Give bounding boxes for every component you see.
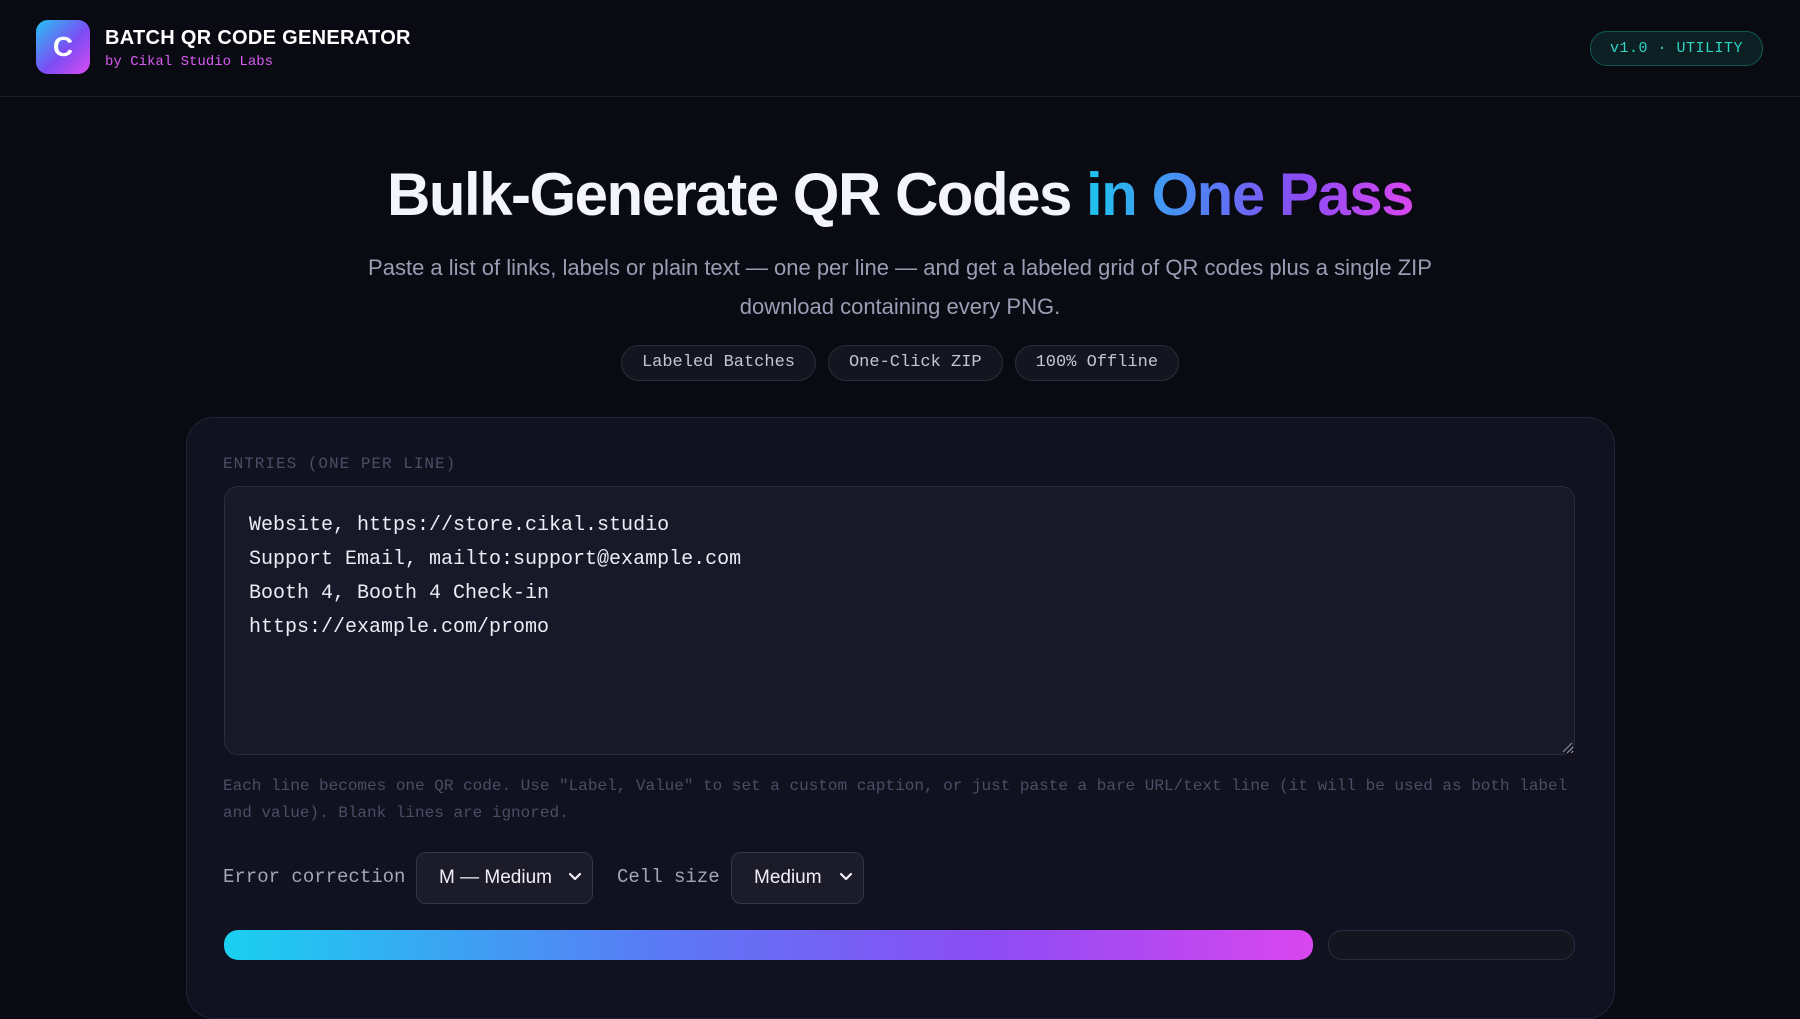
cell-size-value: Medium [754,867,822,888]
feature-pills: Labeled Batches One-Click ZIP 100% Offli… [0,345,1800,381]
error-correction-select[interactable]: M — Medium [416,852,593,904]
app-logo: C [36,20,90,74]
resize-grip-icon[interactable] [1561,741,1573,753]
hero-title-plain: Bulk-Generate QR Codes [387,161,1087,228]
feature-pill: One-Click ZIP [827,345,1003,381]
entries-input[interactable]: Website, https://store.cikal.studio Supp… [224,486,1575,755]
feature-pill: Labeled Batches [620,345,816,381]
top-bar: C BATCH QR CODE GENERATOR by Cikal Studi… [0,0,1800,97]
feature-pill: 100% Offline [1014,345,1180,381]
hero-title: Bulk-Generate QR Codes in One Pass [0,160,1800,230]
secondary-button[interactable] [1328,930,1575,960]
error-correction-value: M — Medium [439,867,552,888]
cell-size-label: Cell size [617,866,720,888]
app-subtitle: by Cikal Studio Labs [105,54,274,70]
error-correction-label: Error correction [223,866,406,888]
version-badge: v1.0 · UTILITY [1589,31,1763,66]
cell-size-select[interactable]: Medium [731,852,864,904]
chevron-down-icon [839,872,853,881]
hero-title-accent: in One Pass [1086,161,1414,228]
generate-button[interactable] [224,930,1313,960]
chevron-down-icon [568,872,582,881]
entries-hint: Each line becomes one QR code. Use "Labe… [223,777,1568,822]
entries-label: ENTRIES (ONE PER LINE) [223,455,457,473]
hero-subtitle: Paste a list of links, labels or plain t… [368,255,1432,319]
app-title: BATCH QR CODE GENERATOR [105,27,411,49]
